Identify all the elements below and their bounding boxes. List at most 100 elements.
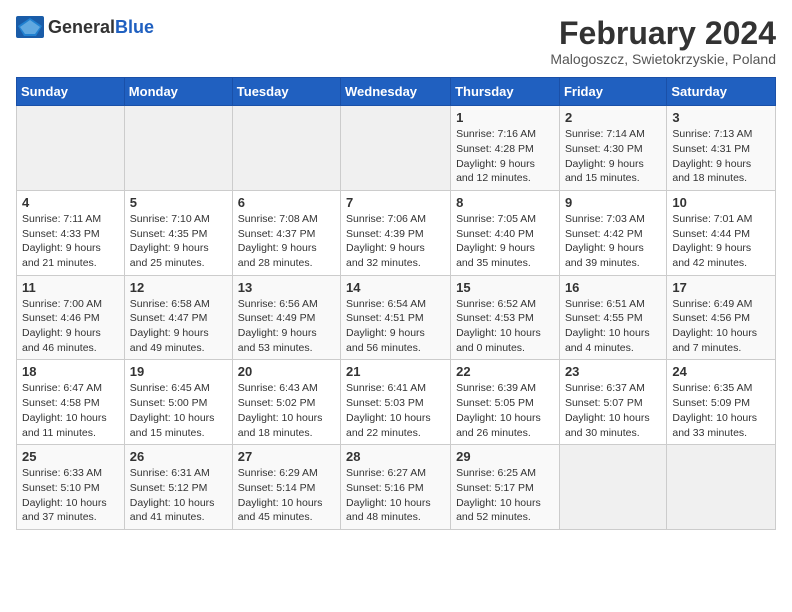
day-number: 18 [22, 364, 119, 379]
weekday-header-thursday: Thursday [451, 78, 560, 106]
day-info: Sunrise: 7:00 AM Sunset: 4:46 PM Dayligh… [22, 297, 119, 356]
calendar-cell: 25 Sunrise: 6:33 AM Sunset: 5:10 PM Dayli… [17, 445, 125, 530]
day-info: Sunrise: 6:41 AM Sunset: 5:03 PM Dayligh… [346, 381, 445, 440]
calendar-cell: 21 Sunrise: 6:41 AM Sunset: 5:03 PM Dayli… [341, 360, 451, 445]
day-info: Sunrise: 6:54 AM Sunset: 4:51 PM Dayligh… [346, 297, 445, 356]
day-number: 5 [130, 195, 227, 210]
day-info: Sunrise: 6:52 AM Sunset: 4:53 PM Dayligh… [456, 297, 554, 356]
calendar-cell: 3Sunrise: 7:13 AM Sunset: 4:31 PM Daylig… [667, 106, 776, 191]
main-title: February 2024 [550, 16, 776, 51]
logo: GeneralBlue [16, 16, 154, 38]
calendar-cell [667, 445, 776, 530]
calendar-cell [232, 106, 340, 191]
calendar-cell: 26 Sunrise: 6:31 AM Sunset: 5:12 PM Dayli… [124, 445, 232, 530]
day-info: Sunrise: 7:13 AM Sunset: 4:31 PM Dayligh… [672, 127, 770, 186]
weekday-header-friday: Friday [559, 78, 666, 106]
calendar-week-row: 11Sunrise: 7:00 AM Sunset: 4:46 PM Dayli… [17, 275, 776, 360]
day-info: Sunrise: 6:27 AM Sunset: 5:16 PM Dayligh… [346, 466, 445, 525]
day-number: 28 [346, 449, 445, 464]
day-number: 7 [346, 195, 445, 210]
calendar-week-row: 25 Sunrise: 6:33 AM Sunset: 5:10 PM Dayli… [17, 445, 776, 530]
day-info: Sunrise: 6:39 AM Sunset: 5:05 PM Dayligh… [456, 381, 554, 440]
calendar-cell: 19 Sunrise: 6:45 AM Sunset: 5:00 PM Dayli… [124, 360, 232, 445]
day-info: Sunrise: 7:11 AM Sunset: 4:33 PM Dayligh… [22, 212, 119, 271]
weekday-header-saturday: Saturday [667, 78, 776, 106]
subtitle: Malogoszcz, Swietokrzyskie, Poland [550, 51, 776, 67]
calendar-cell: 29 Sunrise: 6:25 AM Sunset: 5:17 PM Dayli… [451, 445, 560, 530]
calendar-cell: 10Sunrise: 7:01 AM Sunset: 4:44 PM Dayli… [667, 190, 776, 275]
calendar-cell: 1Sunrise: 7:16 AM Sunset: 4:28 PM Daylig… [451, 106, 560, 191]
calendar-cell: 15 Sunrise: 6:52 AM Sunset: 4:53 PM Dayli… [451, 275, 560, 360]
day-number: 22 [456, 364, 554, 379]
calendar-cell: 16 Sunrise: 6:51 AM Sunset: 4:55 PM Dayli… [559, 275, 666, 360]
day-info: Sunrise: 6:56 AM Sunset: 4:49 PM Dayligh… [238, 297, 335, 356]
calendar-cell [341, 106, 451, 191]
calendar-cell: 12Sunrise: 6:58 AM Sunset: 4:47 PM Dayli… [124, 275, 232, 360]
day-info: Sunrise: 6:29 AM Sunset: 5:14 PM Dayligh… [238, 466, 335, 525]
day-number: 23 [565, 364, 661, 379]
calendar-cell [17, 106, 125, 191]
day-info: Sunrise: 6:49 AM Sunset: 4:56 PM Dayligh… [672, 297, 770, 356]
calendar-cell: 2Sunrise: 7:14 AM Sunset: 4:30 PM Daylig… [559, 106, 666, 191]
day-info: Sunrise: 6:25 AM Sunset: 5:17 PM Dayligh… [456, 466, 554, 525]
day-number: 13 [238, 280, 335, 295]
weekday-header-monday: Monday [124, 78, 232, 106]
calendar-cell: 14 Sunrise: 6:54 AM Sunset: 4:51 PM Dayli… [341, 275, 451, 360]
calendar-cell: 8Sunrise: 7:05 AM Sunset: 4:40 PM Daylig… [451, 190, 560, 275]
calendar-cell: 20Sunrise: 6:43 AM Sunset: 5:02 PM Dayli… [232, 360, 340, 445]
logo-blue: Blue [115, 17, 154, 37]
day-info: Sunrise: 6:37 AM Sunset: 5:07 PM Dayligh… [565, 381, 661, 440]
day-number: 17 [672, 280, 770, 295]
day-info: Sunrise: 6:47 AM Sunset: 4:58 PM Dayligh… [22, 381, 119, 440]
weekday-header-tuesday: Tuesday [232, 78, 340, 106]
weekday-header-row: SundayMondayTuesdayWednesdayThursdayFrid… [17, 78, 776, 106]
day-info: Sunrise: 6:33 AM Sunset: 5:10 PM Dayligh… [22, 466, 119, 525]
calendar-cell: 13 Sunrise: 6:56 AM Sunset: 4:49 PM Dayli… [232, 275, 340, 360]
day-info: Sunrise: 7:10 AM Sunset: 4:35 PM Dayligh… [130, 212, 227, 271]
day-number: 29 [456, 449, 554, 464]
calendar-cell: 24 Sunrise: 6:35 AM Sunset: 5:09 PM Dayli… [667, 360, 776, 445]
calendar-cell: 4Sunrise: 7:11 AM Sunset: 4:33 PM Daylig… [17, 190, 125, 275]
day-info: Sunrise: 6:31 AM Sunset: 5:12 PM Dayligh… [130, 466, 227, 525]
day-info: Sunrise: 6:45 AM Sunset: 5:00 PM Dayligh… [130, 381, 227, 440]
calendar-week-row: 18 Sunrise: 6:47 AM Sunset: 4:58 PM Dayli… [17, 360, 776, 445]
day-info: Sunrise: 7:14 AM Sunset: 4:30 PM Dayligh… [565, 127, 661, 186]
day-number: 27 [238, 449, 335, 464]
calendar-cell [559, 445, 666, 530]
day-info: Sunrise: 7:06 AM Sunset: 4:39 PM Dayligh… [346, 212, 445, 271]
logo-text: GeneralBlue [48, 17, 154, 38]
logo-icon [16, 16, 44, 38]
day-number: 21 [346, 364, 445, 379]
day-info: Sunrise: 7:01 AM Sunset: 4:44 PM Dayligh… [672, 212, 770, 271]
day-number: 9 [565, 195, 661, 210]
day-number: 24 [672, 364, 770, 379]
day-info: Sunrise: 7:08 AM Sunset: 4:37 PM Dayligh… [238, 212, 335, 271]
day-number: 14 [346, 280, 445, 295]
day-info: Sunrise: 7:03 AM Sunset: 4:42 PM Dayligh… [565, 212, 661, 271]
day-number: 16 [565, 280, 661, 295]
day-info: Sunrise: 6:43 AM Sunset: 5:02 PM Dayligh… [238, 381, 335, 440]
calendar-week-row: 4Sunrise: 7:11 AM Sunset: 4:33 PM Daylig… [17, 190, 776, 275]
calendar-cell: 6Sunrise: 7:08 AM Sunset: 4:37 PM Daylig… [232, 190, 340, 275]
calendar-cell: 28 Sunrise: 6:27 AM Sunset: 5:16 PM Dayli… [341, 445, 451, 530]
calendar-cell: 5 Sunrise: 7:10 AM Sunset: 4:35 PM Daylig… [124, 190, 232, 275]
calendar-cell: 22 Sunrise: 6:39 AM Sunset: 5:05 PM Dayli… [451, 360, 560, 445]
day-info: Sunrise: 6:35 AM Sunset: 5:09 PM Dayligh… [672, 381, 770, 440]
logo-general: General [48, 17, 115, 37]
day-number: 26 [130, 449, 227, 464]
calendar-cell: 11Sunrise: 7:00 AM Sunset: 4:46 PM Dayli… [17, 275, 125, 360]
calendar-table: SundayMondayTuesdayWednesdayThursdayFrid… [16, 77, 776, 530]
title-block: February 2024 Malogoszcz, Swietokrzyskie… [550, 16, 776, 67]
header: GeneralBlue February 2024 Malogoszcz, Sw… [16, 16, 776, 67]
day-number: 25 [22, 449, 119, 464]
calendar-cell: 7 Sunrise: 7:06 AM Sunset: 4:39 PM Daylig… [341, 190, 451, 275]
day-number: 12 [130, 280, 227, 295]
day-info: Sunrise: 7:05 AM Sunset: 4:40 PM Dayligh… [456, 212, 554, 271]
calendar-cell: 23 Sunrise: 6:37 AM Sunset: 5:07 PM Dayli… [559, 360, 666, 445]
calendar-cell: 9 Sunrise: 7:03 AM Sunset: 4:42 PM Daylig… [559, 190, 666, 275]
calendar-week-row: 1Sunrise: 7:16 AM Sunset: 4:28 PM Daylig… [17, 106, 776, 191]
day-number: 19 [130, 364, 227, 379]
day-number: 15 [456, 280, 554, 295]
day-info: Sunrise: 6:51 AM Sunset: 4:55 PM Dayligh… [565, 297, 661, 356]
weekday-header-wednesday: Wednesday [341, 78, 451, 106]
